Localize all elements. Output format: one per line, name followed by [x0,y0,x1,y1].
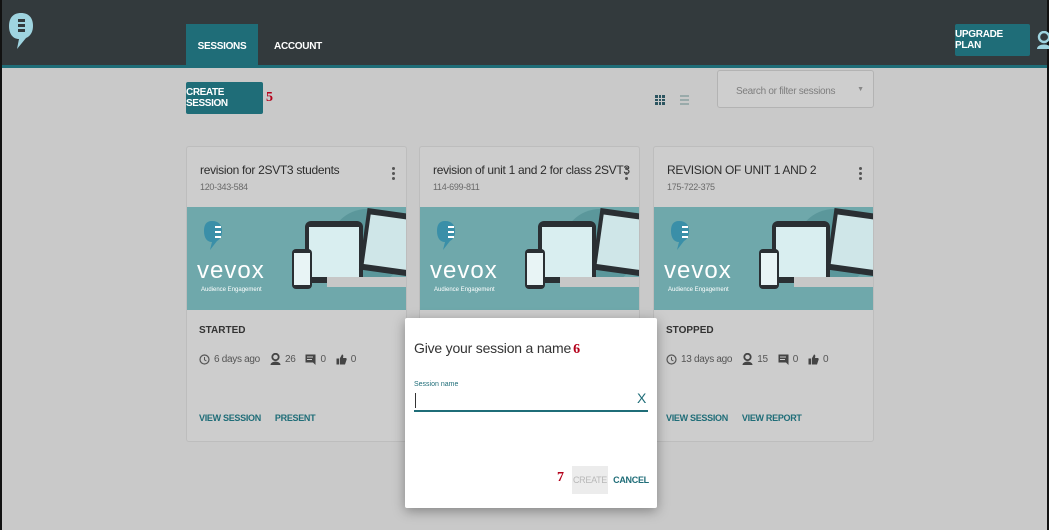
session-status: STARTED [199,325,246,336]
more-options-icon[interactable] [859,167,862,180]
session-code: 114-699-811 [433,182,480,192]
dialog-title: Give your session a name 6 [414,340,580,358]
view-session-link[interactable]: VIEW SESSION [666,413,728,423]
session-banner-image: vevox Audience Engagement [654,207,873,310]
vevox-tagline: Audience Engagement [201,287,262,293]
session-stats: 6 days ago 26 0 0 [199,351,356,367]
cancel-button[interactable]: CANCEL [613,466,649,494]
user-account-icon[interactable] [1036,31,1049,49]
thumbs-up-icon [336,354,347,364]
session-card[interactable]: revision for 2SVT3 students 120-343-584 … [187,147,406,441]
chevron-down-icon[interactable]: ▼ [857,86,864,93]
view-report-link[interactable]: VIEW REPORT [742,413,802,423]
like-count: 0 [822,353,829,365]
view-session-link[interactable]: VIEW SESSION [199,413,261,423]
participants-icon [742,353,753,365]
participants-icon [270,353,281,365]
more-options-icon[interactable] [625,167,628,180]
session-stats: 13 days ago 15 0 0 [666,351,829,367]
participant-count: 15 [757,353,768,365]
list-view-icon[interactable] [680,95,689,105]
participant-count: 26 [284,353,296,365]
question-count: 0 [320,353,326,365]
annotation-marker-6: 6 [573,342,580,357]
search-filter-input[interactable]: Search or filter sessions ▼ [717,70,874,108]
search-placeholder: Search or filter sessions [736,86,836,97]
like-count: 0 [350,353,357,365]
clock-icon [199,353,210,365]
vevox-wordmark: vevox [430,257,498,284]
session-age: 13 days ago [681,353,733,365]
session-title[interactable]: revision for 2SVT3 students [200,163,340,177]
questions-icon [305,354,316,365]
session-name-label: Session name [414,381,459,388]
tab-account[interactable]: ACCOUNT [262,24,334,68]
create-button[interactable]: CREATE [572,466,608,494]
annotation-marker-5: 5 [266,90,273,105]
session-code: 120-343-584 [200,182,248,192]
session-name-input[interactable] [414,390,648,412]
vevox-tagline: Audience Engagement [434,287,495,293]
clock-icon [666,353,677,365]
session-age: 6 days ago [214,353,260,365]
create-session-button[interactable]: CREATE SESSION [186,82,263,114]
top-nav-bar [2,0,1047,68]
grid-view-icon[interactable] [655,95,665,105]
vevox-wordmark: vevox [664,257,732,284]
session-banner-image: vevox Audience Engagement [420,207,639,310]
present-link[interactable]: PRESENT [275,413,316,423]
dialog-title-text: Give your session a name [414,340,572,356]
vevox-tagline: Audience Engagement [668,287,729,293]
upgrade-plan-button[interactable]: UPGRADE PLAN [955,24,1030,56]
card-actions: VIEW SESSION VIEW REPORT [666,413,802,423]
more-options-icon[interactable] [392,167,395,180]
session-code: 175-722-375 [667,182,715,192]
question-count: 0 [792,353,799,365]
tab-sessions[interactable]: SESSIONS [186,24,258,68]
annotation-marker-7: 7 [557,470,564,485]
session-status: STOPPED [666,325,714,336]
session-title[interactable]: REVISION OF UNIT 1 AND 2 [667,163,817,177]
session-name-dialog: Give your session a name 6 Session name X… [405,318,657,508]
text-cursor [415,393,416,408]
card-actions: VIEW SESSION PRESENT [199,413,316,423]
questions-icon [778,354,789,365]
clear-input-icon[interactable]: X [637,390,646,406]
session-banner-image: vevox Audience Engagement [187,207,406,310]
thumbs-up-icon [808,354,819,364]
session-title[interactable]: revision of unit 1 and 2 for class 2SVT3 [433,163,630,177]
session-card[interactable]: REVISION OF UNIT 1 AND 2 175-722-375 vev… [654,147,873,441]
vevox-wordmark: vevox [197,257,265,284]
vevox-logo-icon[interactable] [8,12,34,50]
